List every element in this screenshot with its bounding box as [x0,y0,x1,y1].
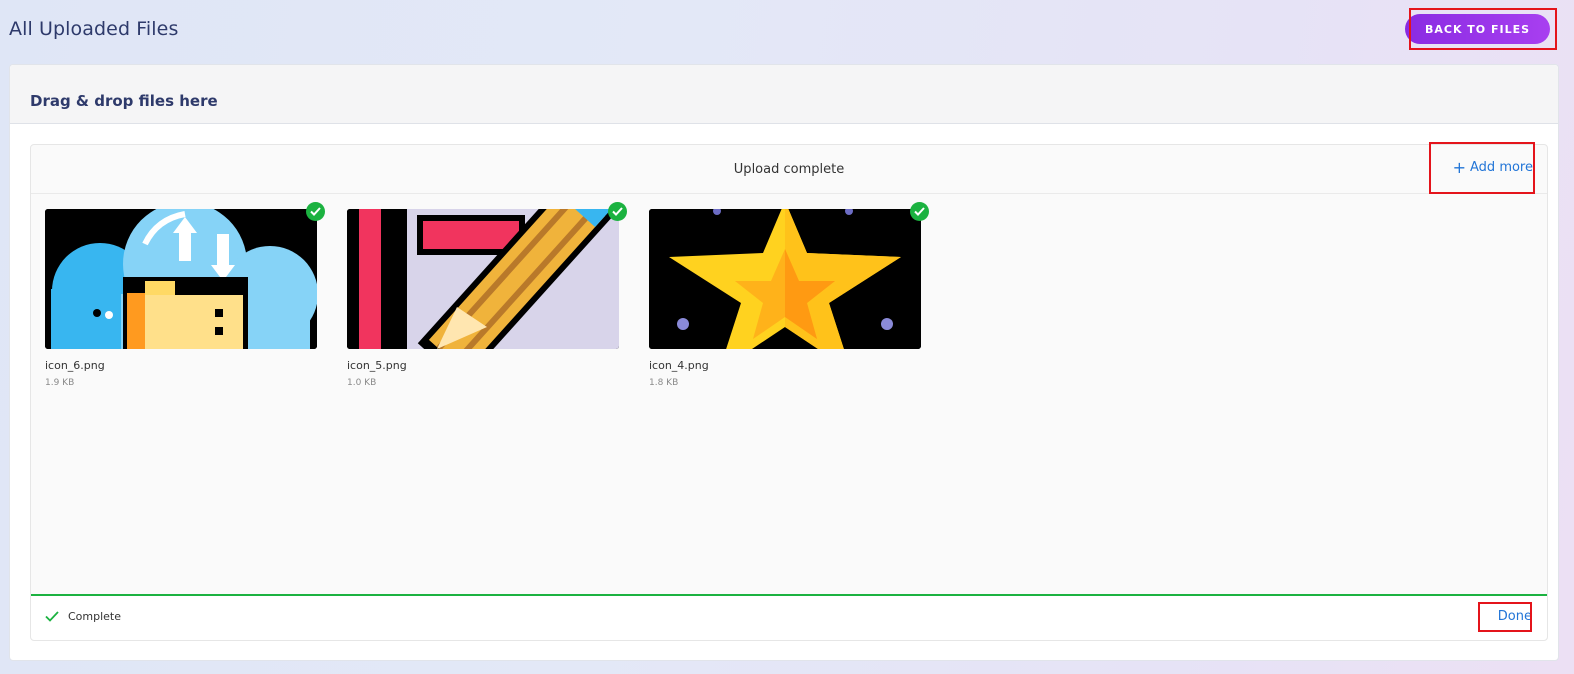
upload-success-check-icon [910,202,929,221]
file-item[interactable]: icon_5.png 1.0 KB [347,202,627,388]
add-more-label: Add more [1470,160,1533,175]
plus-icon: + [1452,157,1467,177]
back-to-files-button[interactable]: BACK TO FILES [1405,14,1550,44]
card-title: Drag & drop files here [30,92,218,110]
upload-success-check-icon [608,202,627,221]
upload-status-text: Upload complete [733,162,845,177]
file-size: 1.0 KB [347,378,377,388]
file-thumbnail [45,209,317,349]
file-item[interactable]: icon_4.png 1.8 KB [649,202,929,388]
file-name: icon_4.png [649,359,709,372]
complete-status: Complete [45,610,121,623]
card-header: Drag & drop files here [10,65,1558,124]
upload-success-check-icon [306,202,325,221]
page-title: All Uploaded Files [9,18,179,40]
upload-card: Drag & drop files here Upload complete +… [9,64,1559,661]
file-thumbnail [649,209,921,349]
file-thumbnail [347,209,619,349]
done-button[interactable]: Done [1498,609,1532,624]
uploader-status-bar: Complete Done [31,594,1547,640]
pencil-edit-icon [347,209,619,349]
star-icon [649,209,921,349]
complete-label: Complete [68,610,122,623]
check-icon [45,611,59,622]
file-name: icon_5.png [347,359,407,372]
cloud-folder-upload-icon [45,209,317,349]
file-name: icon_6.png [45,359,105,372]
file-size: 1.8 KB [649,378,679,388]
file-item[interactable]: icon_6.png 1.9 KB [45,202,325,388]
add-more-button[interactable]: + Add more [1452,157,1533,177]
uploader-top-bar: Upload complete + Add more [31,145,1547,194]
uploader-dashboard: Upload complete + Add more icon_6.png 1.… [30,144,1548,641]
file-size: 1.9 KB [45,378,75,388]
